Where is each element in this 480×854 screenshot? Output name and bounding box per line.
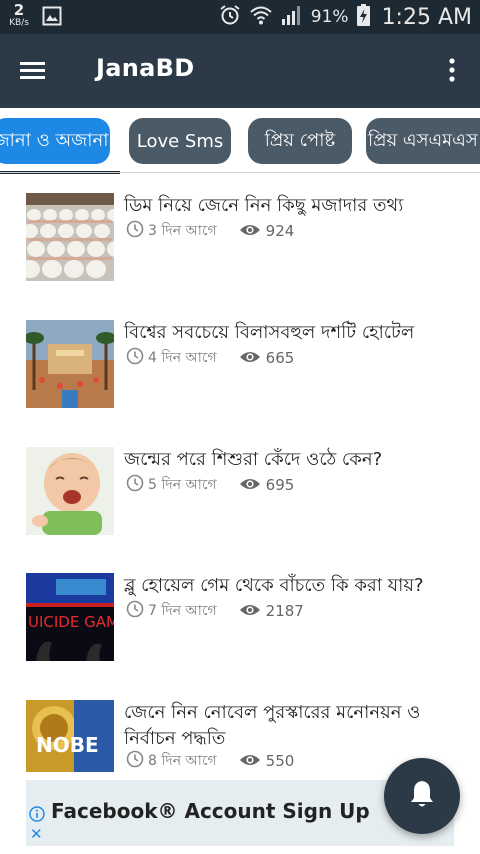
menu-button[interactable] (20, 56, 54, 86)
signal-icon (281, 5, 303, 29)
app-bar: JanaBD (0, 34, 480, 108)
tab-love-sms[interactable]: Love Sms (129, 118, 231, 164)
post-time: 8 দিন আগে (148, 753, 217, 769)
network-speed-value: 2 (13, 1, 25, 19)
post-meta: 8 দিন আগে 550 (126, 750, 294, 772)
post-thumbnail (26, 193, 114, 281)
eye-icon (239, 476, 261, 495)
view-count: 924 (265, 222, 295, 240)
clock-icon (126, 474, 144, 496)
post-views: 2187 (239, 602, 304, 621)
clock-icon (126, 600, 144, 622)
network-speed: 2 KB/s (8, 1, 30, 29)
post-meta: 3 দিন আগে 924 (126, 220, 294, 242)
post-thumbnail: UICIDE GAM (26, 573, 114, 661)
post-time: 5 দিন আগে (148, 477, 217, 493)
battery-charging-icon (356, 4, 370, 30)
post-title: জন্মের পরে শিশুরা কেঁদে ওঠে কেন? (124, 449, 383, 470)
tab-priyo-post[interactable]: প্রিয় পোষ্ট (248, 118, 352, 164)
post-title: বিশ্বের সবচেয়ে বিলাসবহুল দশটি হোটেল (124, 322, 415, 343)
post-title: ডিম নিয়ে জেনে নিন কিছু মজাদার তথ্য (124, 195, 404, 216)
post-time: 7 দিন আগে (148, 603, 217, 619)
post-thumbnail: NOBE (26, 700, 114, 772)
tab-label: প্রিয় এসএমএস (368, 129, 478, 151)
clock-icon (126, 750, 144, 772)
eye-icon (239, 752, 261, 771)
post-views: 924 (239, 222, 295, 241)
tab-label: Love Sms (136, 130, 224, 152)
post-meta: 4 দিন আগে 665 (126, 347, 294, 369)
post-time: 4 দিন আগে (148, 350, 217, 366)
network-speed-unit: KB/s (9, 18, 29, 28)
view-count: 550 (265, 752, 295, 770)
ad-info-icon[interactable] (29, 806, 45, 822)
status-left: 2 KB/s (8, 3, 62, 30)
post-title: ব্লু হোয়েল গেম থেকে বাঁচতে কি করা যায়? (124, 575, 424, 596)
ad-close-button[interactable]: ✕ (30, 826, 43, 842)
clock-icon (126, 347, 144, 369)
clock-icon (126, 220, 144, 242)
list-item[interactable]: জন্মের পরে শিশুরা কেঁদে ওঠে কেন? 5 দিন আ… (0, 447, 480, 547)
more-options-button[interactable] (444, 56, 460, 86)
status-clock: 1:25 AM (381, 4, 472, 30)
status-bar: 2 KB/s 91% 1:25 AM (0, 0, 480, 34)
post-time: 3 দিন আগে (148, 223, 217, 239)
more-vert-icon (444, 58, 460, 90)
category-tabs: জানা ও অজানা Love Sms প্রিয় পোষ্ট প্রিয… (0, 108, 480, 174)
list-item[interactable]: বিশ্বের সবচেয়ে বিলাসবহুল দশটি হোটেল 4 দ… (0, 320, 480, 420)
eye-icon (239, 222, 261, 241)
list-item[interactable]: UICIDE GAM ব্লু হোয়েল গেম থেকে বাঁচতে ক… (0, 573, 480, 673)
eye-icon (239, 602, 261, 621)
tab-label: জানা ও অজানা (0, 129, 109, 151)
tab-jana-o-ajana[interactable]: জানা ও অজানা (0, 118, 110, 164)
post-thumbnail (26, 447, 114, 535)
post-thumbnail (26, 320, 114, 408)
notification-button[interactable] (384, 758, 460, 834)
post-meta: 7 দিন আগে 2187 (126, 600, 304, 622)
hamburger-menu-icon (20, 62, 46, 90)
thumbnail-text: NOBE (36, 733, 99, 757)
post-views: 695 (239, 476, 295, 495)
thumbnail-text: UICIDE GAM (28, 613, 114, 631)
list-item[interactable]: ডিম নিয়ে জেনে নিন কিছু মজাদার তথ্য 3 দি… (0, 193, 480, 293)
wifi-icon (249, 4, 273, 30)
ad-text: Facebook® Account Sign Up (51, 799, 370, 823)
post-views: 550 (239, 752, 295, 771)
battery-percent: 91% (310, 7, 349, 27)
post-views: 665 (239, 349, 295, 368)
view-count: 2187 (265, 602, 304, 620)
status-right: 91% 1:25 AM (219, 0, 472, 34)
view-count: 665 (265, 349, 295, 367)
app-title: JanaBD (96, 54, 195, 82)
tab-priyo-sms[interactable]: প্রিয় এসএমএস (366, 118, 480, 164)
gallery-icon (42, 6, 62, 30)
tab-label: প্রিয় পোষ্ট (264, 129, 336, 151)
eye-icon (239, 349, 261, 368)
post-title: জেনে নিন নোবেল পুরস্কারের মনোনয়ন ও নির্… (124, 702, 421, 749)
view-count: 695 (265, 476, 295, 494)
alarm-icon (219, 4, 241, 30)
post-meta: 5 দিন আগে 695 (126, 474, 294, 496)
divider (0, 172, 480, 173)
notification-bell-icon (409, 779, 435, 813)
